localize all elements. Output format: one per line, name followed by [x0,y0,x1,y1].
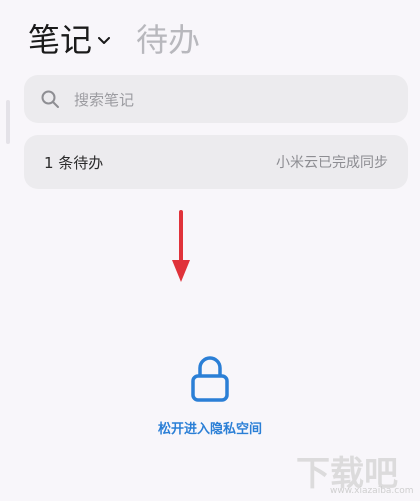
todo-summary-card[interactable]: 1 条待办 小米云已完成同步 [24,135,408,189]
tab-todo[interactable]: 待办 [136,15,200,61]
scroll-indicator [6,100,10,144]
search-icon [40,89,60,109]
header: 笔记 待办 [28,14,200,62]
watermark-url: www.xiazaiba.com [330,486,414,496]
lock-icon[interactable] [190,356,230,406]
search-placeholder: 搜索笔记 [74,90,135,109]
chevron-down-icon[interactable] [98,37,111,45]
sync-status: 小米云已完成同步 [276,155,388,171]
search-input[interactable]: 搜索笔记 [24,75,408,123]
todo-count: 1 条待办 [44,153,104,172]
arrow-down-icon [170,210,192,288]
private-space-label: 松开进入隐私空间 [157,422,262,437]
tab-notes[interactable]: 笔记 [28,15,92,61]
